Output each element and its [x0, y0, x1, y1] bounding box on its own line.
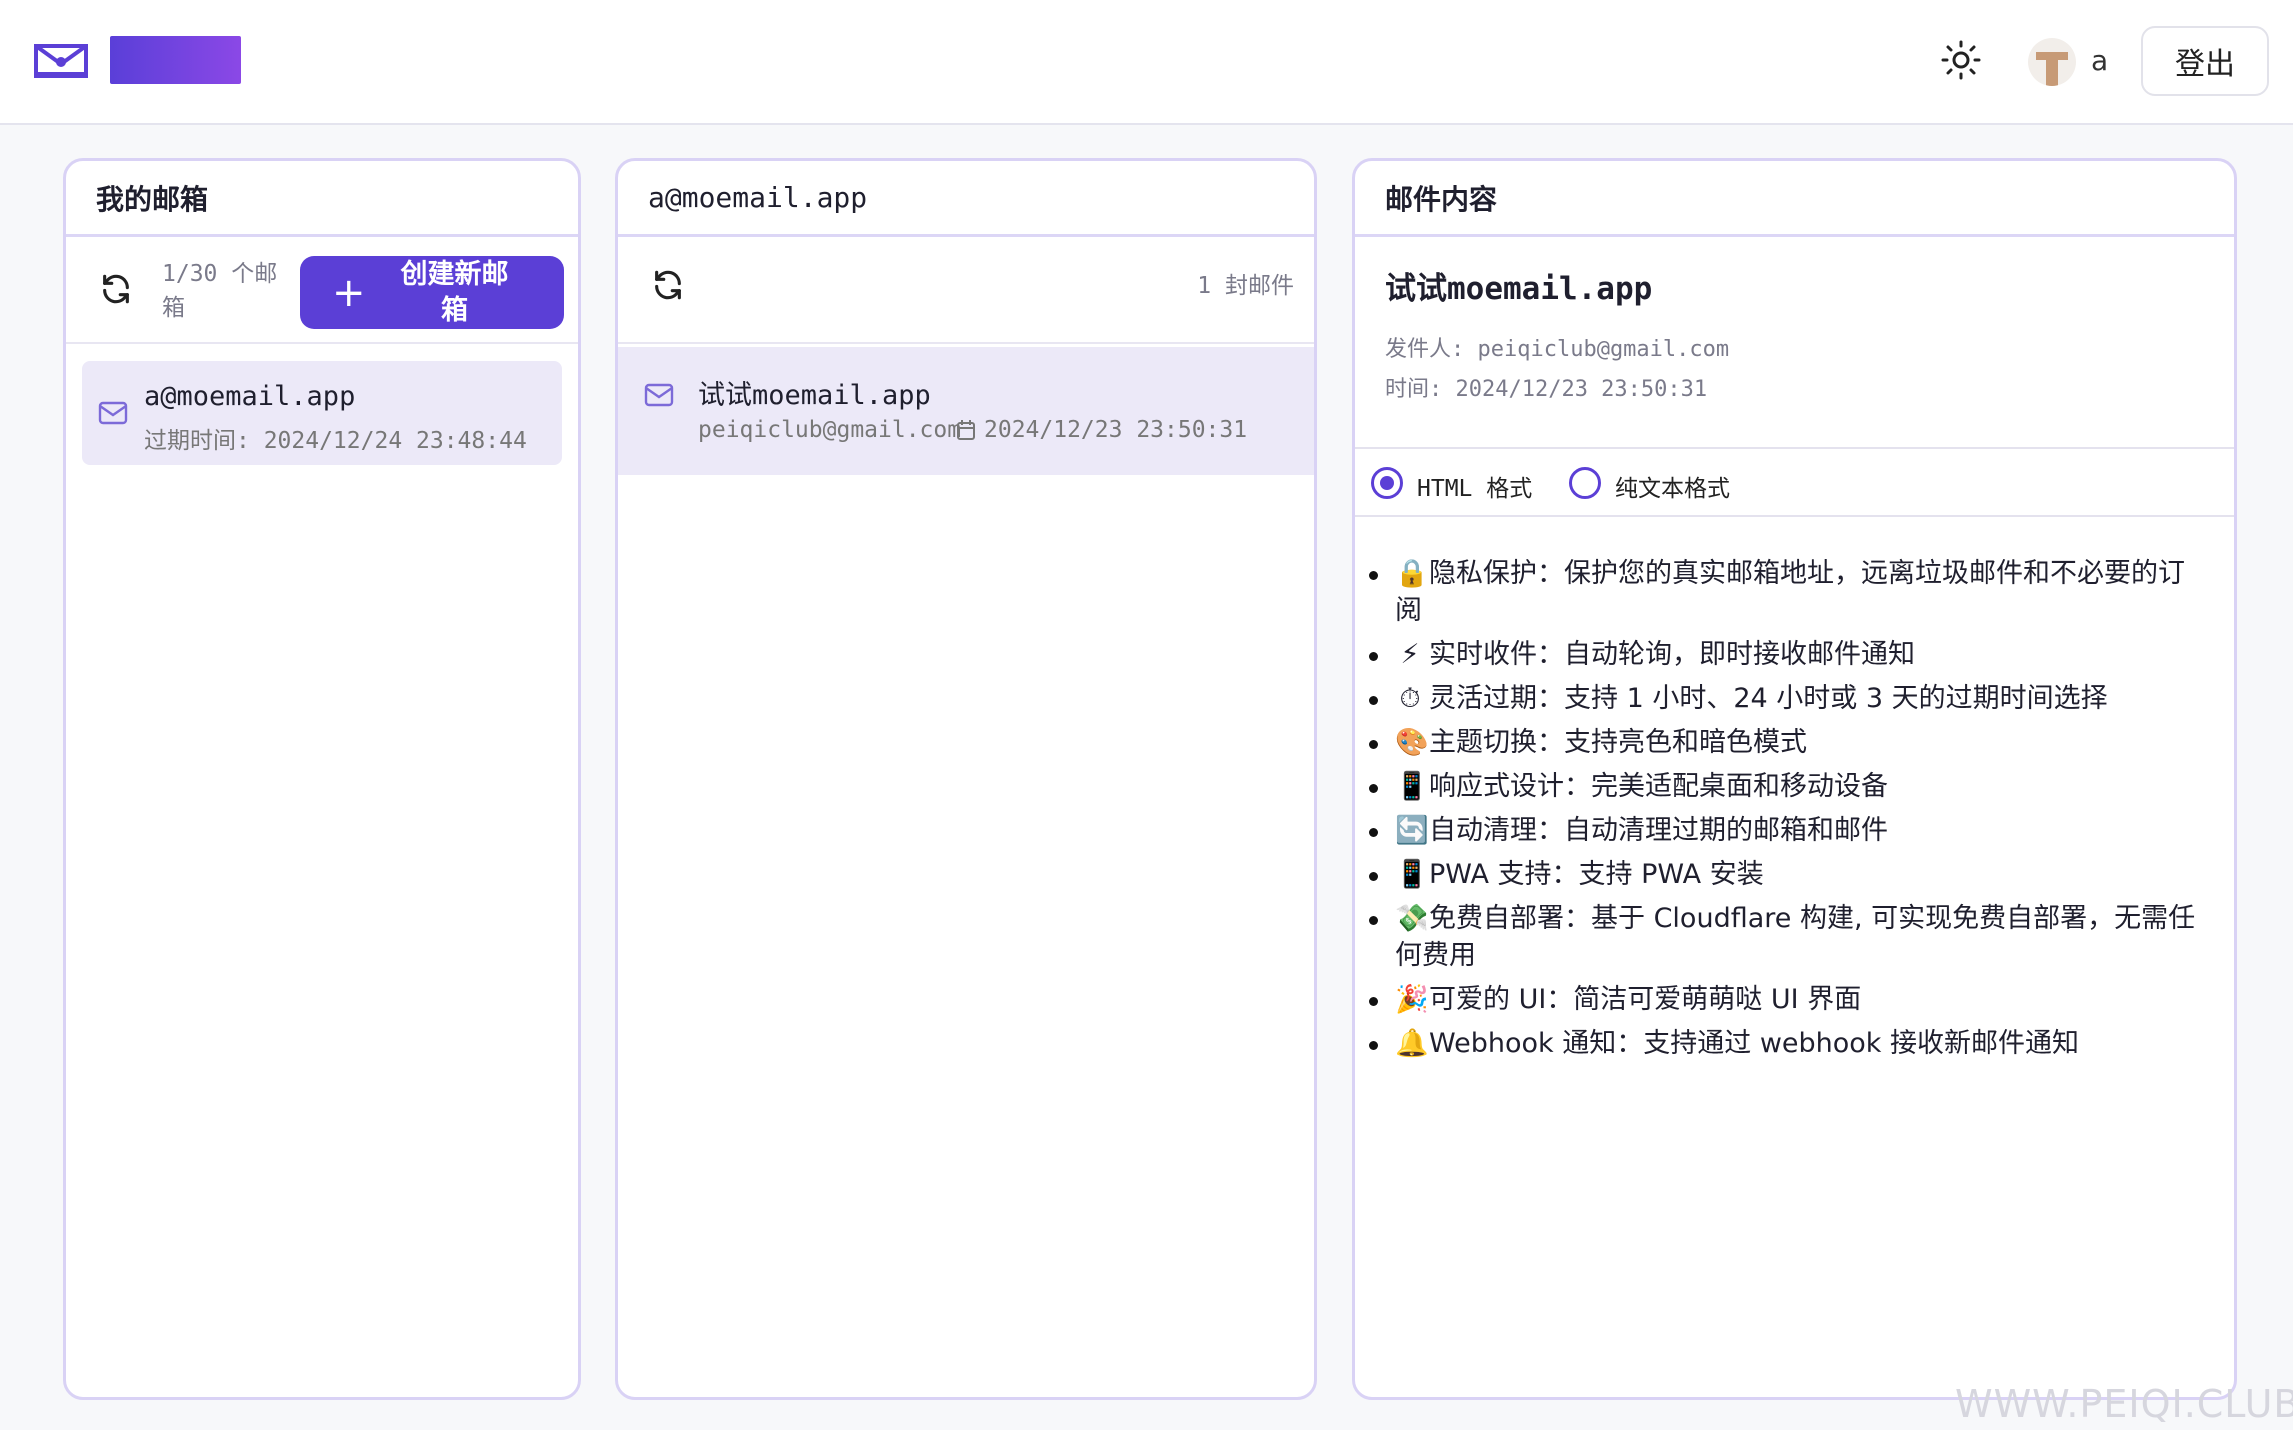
mailbox-count: 1/30 个邮箱	[162, 261, 278, 321]
list-item: 📱PWA 支持：支持 PWA 安装	[1365, 856, 2204, 893]
email-header: 试试moemail.app 发件人: peiqiclub@gmail.com 时…	[1355, 237, 2234, 449]
theme-toggle-button[interactable]	[1935, 36, 1987, 88]
feature-list: 🔒隐私保护：保护您的真实邮箱地址，远离垃圾邮件和不必要的订阅 ⚡ 实时收件：自动轮…	[1355, 517, 2234, 1062]
refresh-arrows-icon: 🔄	[1395, 815, 1429, 846]
mailbox-item[interactable]: a@moemail.app 过期时间: 2024/12/24 23:48:44	[82, 361, 562, 465]
feature-text: 主题切换：支持亮色和暗色模式	[1429, 727, 1807, 758]
mailbox-toolbar: 1/30 个邮箱 + 创建新邮箱	[66, 237, 578, 344]
list-item: 📱响应式设计：完美适配桌面和移动设备	[1365, 768, 2204, 805]
feature-text: 隐私保护：保护您的真实邮箱地址，远离垃圾邮件和不必要的订阅	[1395, 558, 2185, 626]
create-mailbox-label: 创建新邮箱	[400, 258, 509, 326]
list-item: ⏱ 灵活过期：支持 1 小时、24 小时或 3 天的过期时间选择	[1365, 680, 2204, 717]
lightning-icon: ⚡	[1400, 639, 1420, 670]
mailboxes-panel: 我的邮箱 1/30 个邮箱 + 创建新邮箱 a@moemail.app 过期时间…	[63, 158, 581, 1400]
refresh-mailboxes-button[interactable]	[96, 271, 136, 311]
party-popper-icon: 🎉	[1395, 984, 1429, 1015]
palette-icon: 🎨	[1395, 727, 1429, 758]
messages-panel: a@moemail.app 1 封邮件 试试moemail.app peiqic…	[615, 158, 1317, 1400]
top-header: a 登出	[0, 0, 2293, 125]
bell-icon: 🔔	[1395, 1028, 1429, 1059]
list-item: 🎨主题切换：支持亮色和暗色模式	[1365, 724, 2204, 761]
panel-title: a@moemail.app	[618, 161, 1314, 237]
list-item: 🔔Webhook 通知：支持通过 webhook 接收新邮件通知	[1365, 1025, 2204, 1062]
messages-toolbar: 1 封邮件	[618, 237, 1314, 344]
feature-text: PWA 支持：支持 PWA 安装	[1429, 859, 1764, 890]
list-item: 🔄自动清理：自动清理过期的邮箱和邮件	[1365, 812, 2204, 849]
message-item[interactable]: 试试moemail.app peiqiclub@gmail.com 2024/1…	[618, 347, 1314, 475]
feature-text: Webhook 通知：支持通过 webhook 接收新邮件通知	[1429, 1028, 2080, 1059]
mailbox-expiry: 过期时间: 2024/12/24 23:48:44	[144, 428, 527, 454]
message-time: 2024/12/23 23:50:31	[984, 417, 1248, 443]
html-format-label[interactable]: HTML 格式	[1417, 469, 1532, 503]
panel-title: 我的邮箱	[66, 161, 578, 237]
content-panel: 邮件内容 试试moemail.app 发件人: peiqiclub@gmail.…	[1352, 158, 2237, 1400]
message-sender: peiqiclub@gmail.com	[698, 417, 962, 443]
feature-text: 免费自部署：基于 Cloudflare 构建, 可实现免费自部署，无需任何费用	[1395, 903, 2196, 971]
email-time: 时间: 2024/12/23 23:50:31	[1385, 377, 1708, 402]
list-item: 💸免费自部署：基于 Cloudflare 构建, 可实现免费自部署，无需任何费用	[1365, 900, 2204, 974]
panel-title: 邮件内容	[1355, 161, 2234, 237]
avatar[interactable]	[2028, 38, 2076, 86]
list-item: 🔒隐私保护：保护您的真实邮箱地址，远离垃圾邮件和不必要的订阅	[1365, 555, 2204, 629]
list-item: 🎉可爱的 UI：简洁可爱萌萌哒 UI 界面	[1365, 981, 2204, 1018]
email-sender: 发件人: peiqiclub@gmail.com	[1385, 337, 1730, 362]
create-mailbox-button[interactable]: + 创建新邮箱	[300, 256, 564, 329]
logout-button[interactable]: 登出	[2141, 26, 2269, 96]
logo-icon[interactable]	[34, 38, 88, 84]
feature-text: 自动清理：自动清理过期的邮箱和邮件	[1429, 815, 1888, 846]
text-format-label[interactable]: 纯文本格式	[1615, 469, 1730, 503]
brand-banner[interactable]	[110, 36, 241, 84]
mail-icon	[98, 401, 128, 425]
plus-icon: +	[332, 269, 366, 316]
watermark: WWW.PEIQI.CLUB	[1955, 1382, 2293, 1426]
refresh-icon	[99, 272, 133, 310]
html-format-radio[interactable]	[1371, 467, 1403, 499]
lock-icon: 🔒	[1395, 558, 1429, 589]
stopwatch-icon: ⏱	[1399, 683, 1421, 714]
message-count: 1 封邮件	[1197, 273, 1294, 299]
user-name: a	[2091, 44, 2109, 77]
feature-text: 灵活过期：支持 1 小时、24 小时或 3 天的过期时间选择	[1429, 683, 2108, 714]
email-subject: 试试moemail.app	[1385, 271, 1653, 307]
format-selector: HTML 格式 纯文本格式	[1355, 449, 2234, 517]
mailbox-address: a@moemail.app	[144, 381, 356, 412]
sun-icon	[1941, 40, 1981, 84]
feature-text: 响应式设计：完美适配桌面和移动设备	[1429, 771, 1888, 802]
refresh-messages-button[interactable]	[648, 267, 688, 307]
feature-text: 实时收件：自动轮询，即时接收邮件通知	[1429, 639, 1915, 670]
message-subject: 试试moemail.app	[698, 380, 931, 411]
mail-icon	[644, 383, 674, 407]
money-icon: 💸	[1395, 903, 1429, 934]
phone-icon: 📱	[1395, 771, 1429, 802]
phone-icon: 📱	[1395, 859, 1429, 890]
text-format-radio[interactable]	[1569, 467, 1601, 499]
list-item: ⚡ 实时收件：自动轮询，即时接收邮件通知	[1365, 636, 2204, 673]
calendar-icon	[956, 419, 976, 445]
refresh-icon	[651, 268, 685, 306]
feature-text: 可爱的 UI：简洁可爱萌萌哒 UI 界面	[1429, 984, 1862, 1015]
